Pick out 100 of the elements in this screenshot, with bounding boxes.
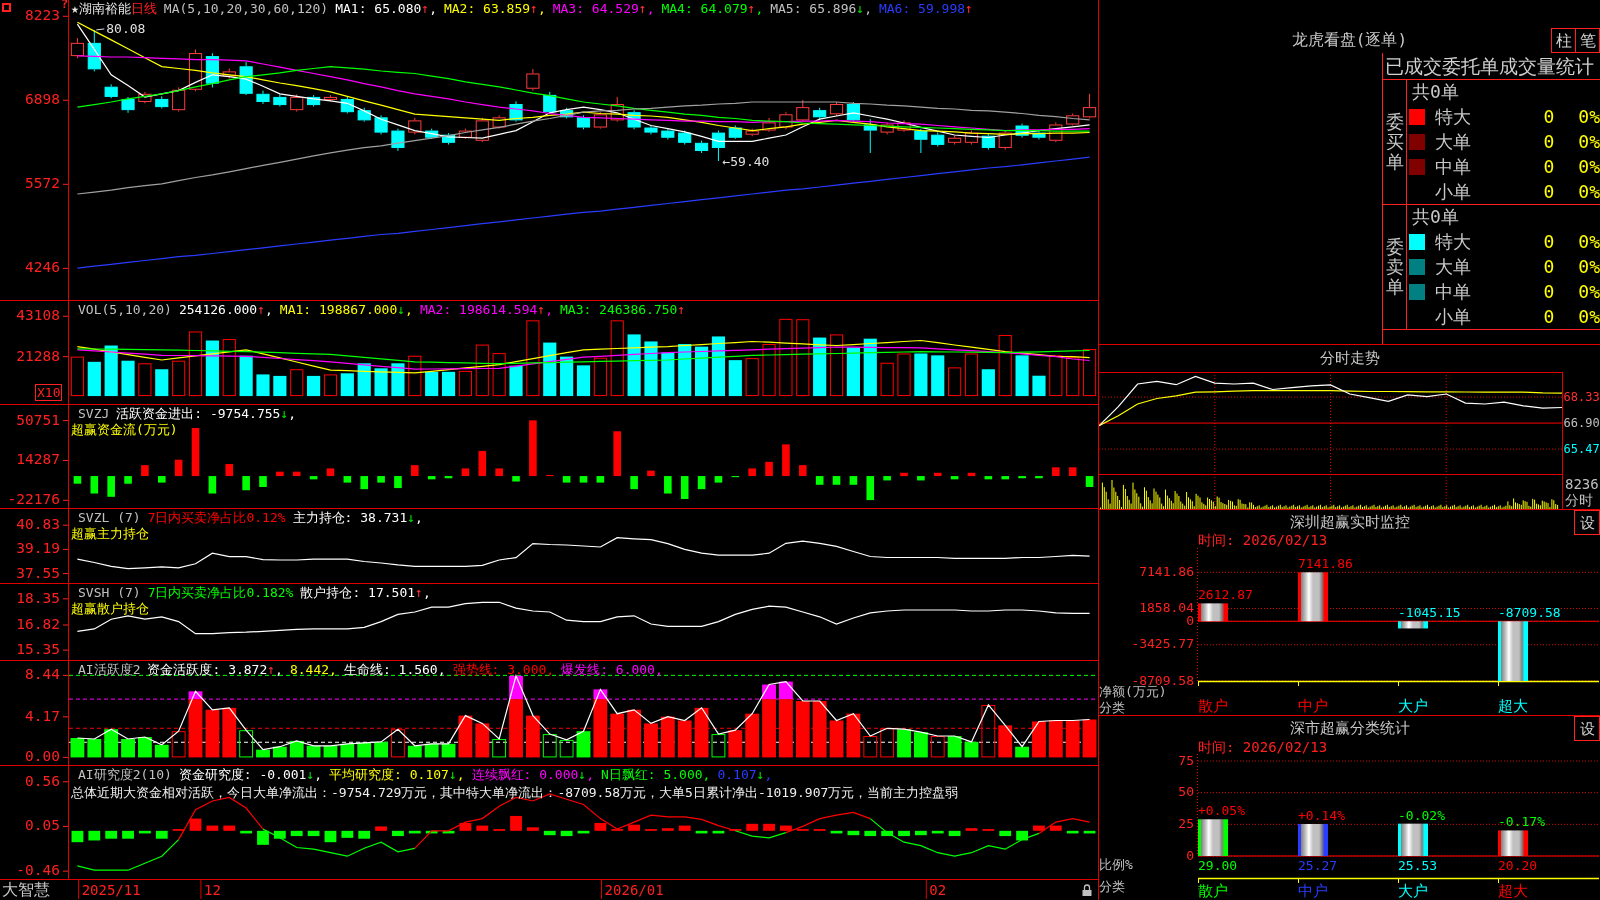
activity-bar — [964, 741, 979, 758]
volume-bar — [307, 375, 321, 397]
axis-label: 5572 — [25, 175, 60, 192]
order-share: 0% — [1578, 257, 1600, 277]
volume-bar — [627, 334, 641, 397]
research-bar — [527, 827, 539, 831]
research-bar — [139, 830, 151, 834]
order-total: 共0单 — [1411, 207, 1459, 228]
axis-label: 21288 — [16, 347, 60, 364]
fund-flow-bar — [242, 476, 250, 491]
fund-flow-bar — [1052, 467, 1060, 477]
fund-flow-bar — [444, 476, 453, 479]
axis-label: 25 — [1178, 815, 1194, 831]
bar-value-label: 29.00 — [1198, 857, 1238, 873]
category-bar — [1498, 830, 1528, 856]
axis-label: -3425.77 — [1131, 636, 1194, 652]
axis-label: 18.35 — [16, 589, 60, 606]
indicator-value: 8.442, — [289, 662, 337, 677]
timestamp: 时间: 2026/02/13 — [1198, 739, 1328, 755]
research-bar — [864, 830, 877, 837]
research-bar — [712, 830, 725, 834]
indicator-value: 散户持仓: 17.501↑, — [300, 585, 431, 600]
fund-flow-bar — [1068, 467, 1077, 477]
bar-value-label: 25.27 — [1298, 857, 1338, 873]
date-label: 2026/01 — [604, 882, 664, 898]
price-candle — [593, 111, 607, 130]
volume-bar — [863, 338, 877, 397]
price-candle — [155, 95, 169, 109]
indicator-name: AI研究度2(10) — [78, 767, 172, 782]
price-candle — [357, 107, 371, 123]
volume-bar — [340, 373, 354, 397]
change-label: -0.02% — [1398, 807, 1445, 823]
research-bar — [88, 830, 101, 841]
axis-title: 比例% — [1099, 856, 1133, 872]
price-marker-label: 80.08 — [106, 20, 146, 36]
indicator-value: 7日内买卖净占比0.12% — [147, 510, 286, 525]
research-bar — [442, 830, 455, 834]
research-bar — [763, 823, 775, 831]
price-candle — [425, 128, 439, 140]
indicator-name: AI活跃度2 — [78, 662, 141, 677]
axis-label: 50 — [1178, 784, 1194, 800]
activity-bar — [70, 738, 85, 758]
fund-flow-bar — [782, 444, 790, 477]
fund-flow-bar — [90, 476, 99, 494]
fund-flow-bar — [900, 472, 908, 477]
indicator-value: 爆发线: 6.000, — [561, 662, 663, 677]
view-mode-button[interactable]: 柱 — [1551, 28, 1576, 53]
volume-bar — [188, 331, 203, 397]
activity-bar — [610, 713, 625, 758]
date-label: 12 — [203, 882, 221, 898]
volume-bar — [695, 346, 709, 397]
activity-bar — [272, 746, 287, 758]
fund-flow-bar — [883, 476, 891, 481]
lock-icon[interactable] — [1082, 884, 1092, 896]
settings-button[interactable]: 设 — [1574, 510, 1600, 535]
volume-bar — [846, 347, 860, 397]
indicator-name: SVZL (7) — [78, 510, 141, 525]
research-bar — [1016, 830, 1028, 841]
square-icon[interactable] — [2, 3, 11, 12]
volume-bar — [678, 344, 692, 397]
activity-bar — [239, 730, 254, 758]
axis-title: 分类 — [1099, 878, 1125, 894]
activity-bar — [677, 720, 692, 758]
price-candle — [256, 90, 270, 105]
activity-bar — [171, 731, 186, 758]
volume-bar — [728, 360, 742, 397]
change-label: +0.05% — [1198, 803, 1245, 819]
volume-bar — [981, 369, 995, 397]
category-label: 超大 — [1498, 696, 1528, 715]
activity-bar — [1065, 720, 1080, 758]
research-bar — [206, 825, 219, 831]
order-size-label: 大单 — [1434, 257, 1471, 277]
axis-label: 0.56 — [25, 772, 60, 789]
price-candle — [526, 68, 540, 92]
fund-flow-bar — [512, 476, 520, 482]
price-candle — [188, 48, 203, 92]
fund-flow-bar — [815, 476, 824, 485]
activity-bar — [391, 729, 405, 758]
volume-bar — [543, 342, 557, 397]
settings-button[interactable]: 设 — [1574, 716, 1600, 741]
research-bar — [307, 830, 320, 837]
axis-label: 40.83 — [16, 516, 60, 533]
view-mode-button[interactable]: 笔 — [1575, 28, 1600, 53]
fund-flow-bar — [613, 431, 622, 477]
order-size-label: 小单 — [1434, 181, 1471, 202]
axis-label: 8223 — [25, 7, 60, 24]
category-label: 中户 — [1298, 696, 1328, 715]
activity-bar — [542, 734, 557, 758]
research-bar — [931, 830, 944, 834]
research-bar — [948, 830, 961, 837]
research-bar — [780, 825, 792, 831]
change-label: +0.14% — [1298, 808, 1345, 823]
research-bar — [476, 825, 489, 831]
research-bar — [1083, 830, 1096, 834]
research-bar — [594, 822, 607, 831]
fund-flow-bar — [849, 476, 858, 485]
fund-flow-bar — [141, 465, 149, 477]
volume-bar — [762, 344, 776, 397]
order-count: 0 — [1543, 156, 1555, 177]
price-candle — [138, 91, 152, 104]
